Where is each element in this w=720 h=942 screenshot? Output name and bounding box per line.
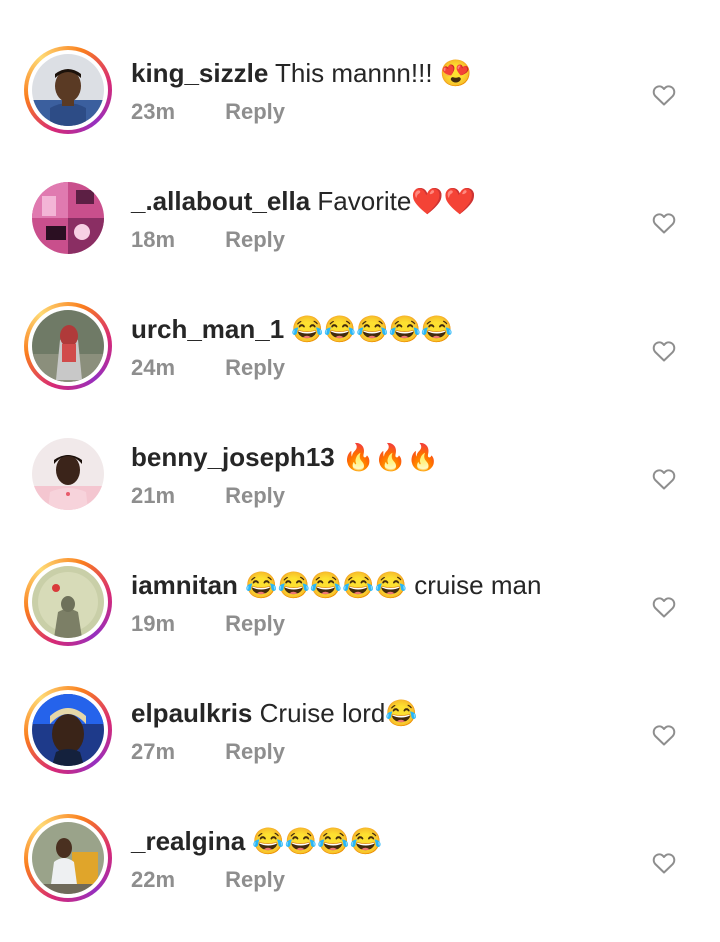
comment-meta: 19m Reply	[131, 610, 285, 638]
heart-outline-icon[interactable]	[652, 212, 676, 234]
comment-text-line: _.allabout_ella Favorite❤️❤️	[131, 184, 476, 218]
comment-username[interactable]: _.allabout_ella	[131, 186, 310, 216]
comment-item: benny_joseph13 🔥🔥🔥 21m Reply	[0, 430, 720, 558]
comment-meta: 18m Reply	[131, 226, 285, 254]
comment-body: Favorite❤️❤️	[317, 186, 477, 216]
comment-meta: 24m Reply	[131, 354, 285, 382]
avatar[interactable]	[32, 310, 104, 382]
avatar[interactable]	[32, 566, 104, 638]
avatar[interactable]	[32, 438, 104, 510]
comment-meta: 22m Reply	[131, 866, 285, 894]
comment-timestamp: 19m	[131, 611, 176, 636]
comment-timestamp: 22m	[131, 867, 176, 892]
comment-username[interactable]: iamnitan	[131, 570, 238, 600]
comment-body: 🔥🔥🔥	[341, 442, 440, 472]
avatar-story-ring[interactable]	[24, 302, 112, 390]
comment-timestamp: 24m	[131, 355, 176, 380]
comment-text-line: urch_man_1 😂😂😂😂😂	[131, 312, 453, 346]
heart-outline-icon[interactable]	[652, 468, 676, 490]
reply-button[interactable]: Reply	[225, 483, 285, 508]
comment-text-line: benny_joseph13 🔥🔥🔥	[131, 440, 439, 474]
comment-item: _.allabout_ella Favorite❤️❤️ 18m Reply	[0, 174, 720, 302]
reply-button[interactable]: Reply	[225, 739, 285, 764]
avatar-story-ring[interactable]	[24, 46, 112, 134]
comment-body: 😂😂😂😂😂	[291, 314, 454, 344]
heart-outline-icon[interactable]	[652, 852, 676, 874]
avatar-story-ring[interactable]	[24, 558, 112, 646]
comment-username[interactable]: elpaulkris	[131, 698, 252, 728]
comment-item: _realgina 😂😂😂😂 22m Reply	[0, 814, 720, 942]
reply-button[interactable]: Reply	[225, 355, 285, 380]
avatar[interactable]	[32, 822, 104, 894]
reply-button[interactable]: Reply	[225, 867, 285, 892]
comment-body: Cruise lord😂	[259, 698, 418, 728]
comment-text-line: _realgina 😂😂😂😂	[131, 824, 382, 858]
comment-username[interactable]: benny_joseph13	[131, 442, 335, 472]
comment-body: This mannn!!! 😍	[275, 58, 473, 88]
avatar-container[interactable]	[24, 430, 112, 518]
avatar[interactable]	[32, 54, 104, 126]
comment-item: urch_man_1 😂😂😂😂😂 24m Reply	[0, 302, 720, 430]
reply-button[interactable]: Reply	[225, 227, 285, 252]
avatar-story-ring[interactable]	[24, 814, 112, 902]
comment-meta: 21m Reply	[131, 482, 285, 510]
comment-username[interactable]: king_sizzle	[131, 58, 268, 88]
comment-meta: 23m Reply	[131, 98, 285, 126]
comment-meta: 27m Reply	[131, 738, 285, 766]
heart-outline-icon[interactable]	[652, 596, 676, 618]
avatar-story-ring[interactable]	[24, 686, 112, 774]
comment-item: elpaulkris Cruise lord😂 27m Reply	[0, 686, 720, 814]
avatar[interactable]	[32, 694, 104, 766]
comment-username[interactable]: urch_man_1	[131, 314, 284, 344]
reply-button[interactable]: Reply	[225, 99, 285, 124]
comment-list: king_sizzle This mannn!!! 😍 23m Reply _.…	[0, 0, 720, 918]
comment-text-line: king_sizzle This mannn!!! 😍	[131, 56, 472, 90]
comment-text-line: iamnitan 😂😂😂😂😂 cruise man	[131, 568, 541, 602]
comment-timestamp: 18m	[131, 227, 176, 252]
comment-item: iamnitan 😂😂😂😂😂 cruise man 19m Reply	[0, 558, 720, 686]
comment-text-line: elpaulkris Cruise lord😂	[131, 696, 418, 730]
comment-timestamp: 27m	[131, 739, 176, 764]
reply-button[interactable]: Reply	[225, 611, 285, 636]
comment-timestamp: 23m	[131, 99, 176, 124]
comment-username[interactable]: _realgina	[131, 826, 245, 856]
comment-body: 😂😂😂😂😂 cruise man	[245, 570, 542, 600]
comment-body: 😂😂😂😂	[252, 826, 382, 856]
comment-timestamp: 21m	[131, 483, 176, 508]
heart-outline-icon[interactable]	[652, 340, 676, 362]
avatar[interactable]	[32, 182, 104, 254]
heart-outline-icon[interactable]	[652, 724, 676, 746]
comment-item: king_sizzle This mannn!!! 😍 23m Reply	[0, 46, 720, 174]
heart-outline-icon[interactable]	[652, 84, 676, 106]
avatar-container[interactable]	[24, 174, 112, 262]
